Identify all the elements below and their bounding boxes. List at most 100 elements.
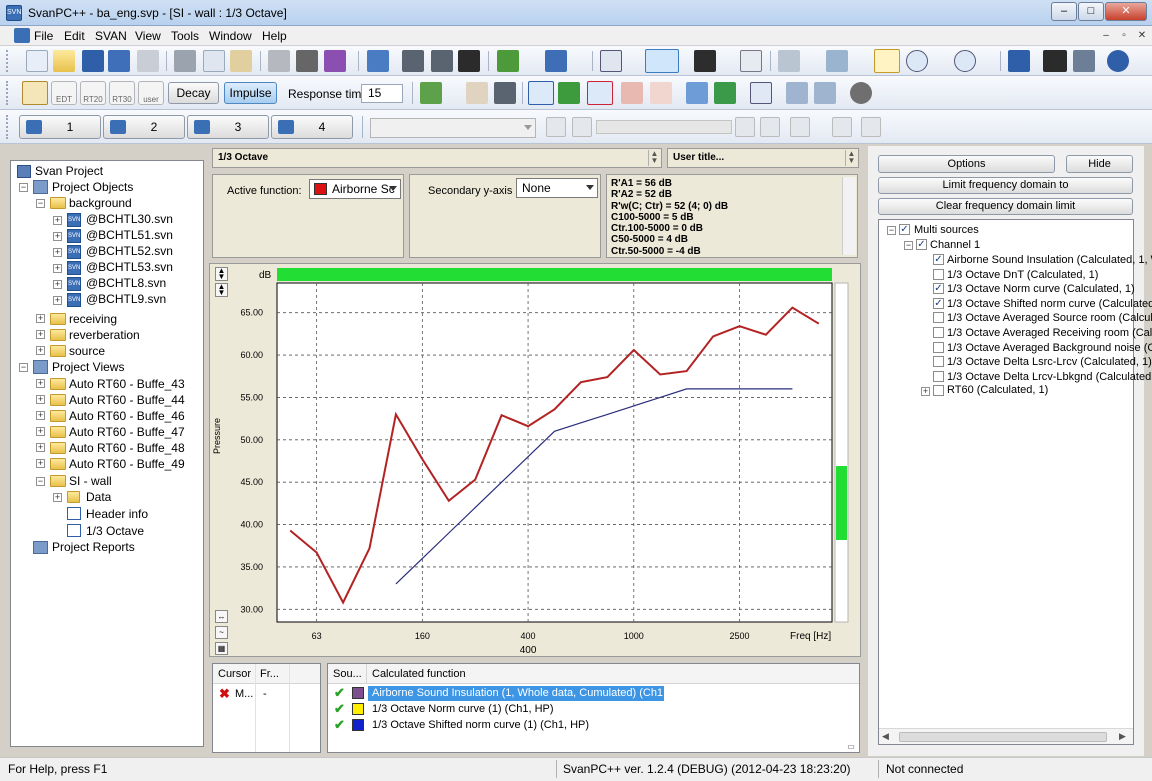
source-checkbox[interactable] [933, 268, 944, 280]
tree-si-data[interactable]: Data [86, 489, 111, 505]
check-icon[interactable]: ✔ [334, 685, 345, 701]
source-checkbox[interactable]: ✓ [933, 254, 944, 265]
tree-file[interactable]: @BCHTL30.svn [86, 211, 173, 227]
tree-project-objects[interactable]: Project Objects [52, 179, 133, 195]
function-header[interactable]: Calculated function [372, 668, 466, 680]
font-color-icon[interactable] [587, 81, 613, 105]
cursor-row-name[interactable]: M... [235, 688, 253, 700]
impulse-button[interactable]: Impulse [224, 82, 277, 104]
tree-file[interactable]: @BCHTL51.svn [86, 227, 173, 243]
open-folder-icon[interactable] [53, 50, 75, 72]
wand-icon[interactable] [22, 81, 48, 105]
tree-project-reports[interactable]: Project Reports [52, 539, 135, 555]
user-title-field[interactable]: User title... [667, 148, 859, 168]
save-as-icon[interactable] [108, 50, 130, 72]
close-button[interactable]: ✕ [1105, 2, 1147, 21]
tree-file[interactable]: @BCHTL8.svn [86, 275, 166, 291]
clear-frequency-limit-button[interactable]: Clear frequency domain limit [878, 198, 1133, 215]
channel-label[interactable]: Channel 1 [930, 237, 980, 253]
menu-tools[interactable]: Tools [171, 29, 199, 43]
expand-icon[interactable]: + [36, 427, 45, 436]
zoom-out-icon[interactable] [954, 50, 976, 72]
menu-view[interactable]: View [135, 29, 161, 43]
new-project-icon[interactable] [26, 50, 48, 72]
edt-button[interactable]: EDT [51, 81, 77, 105]
source-checkbox[interactable] [933, 341, 944, 353]
horizontal-scrollbar[interactable]: ◀ ▶ [879, 728, 1133, 744]
network-icon[interactable] [826, 50, 848, 72]
source-checkbox[interactable] [933, 370, 944, 382]
expand-icon[interactable]: + [36, 411, 45, 420]
collapse-icon[interactable]: − [19, 183, 28, 192]
tree-folder-source[interactable]: source [69, 343, 105, 359]
source-item[interactable]: 1/3 Octave Shifted norm curve (Calculate… [947, 296, 1152, 312]
mdi-restore-button[interactable]: ▫ [1116, 29, 1132, 43]
rt60-checkbox[interactable] [933, 385, 944, 396]
display-icon[interactable] [694, 50, 716, 72]
check-icon[interactable]: ✔ [334, 701, 345, 717]
rt20-button[interactable]: RT20 [80, 81, 106, 105]
toolbar-grip[interactable] [6, 50, 9, 72]
source-item[interactable]: 1/3 Octave Averaged Background noise (C [947, 340, 1152, 356]
source-checkbox[interactable] [933, 356, 944, 368]
collapse-icon[interactable]: − [19, 363, 28, 372]
tree-project-views[interactable]: Project Views [52, 359, 124, 375]
rt60-label[interactable]: RT60 (Calculated, 1) [947, 382, 1048, 398]
function-row[interactable]: 1/3 Octave Norm curve (1) (Ch1, HP) [372, 703, 554, 715]
last-icon[interactable] [760, 117, 780, 137]
cursor-chart-icon[interactable] [494, 82, 516, 104]
expand-icon[interactable]: + [36, 330, 45, 339]
menu-file[interactable]: File [34, 29, 53, 43]
expand-icon[interactable]: + [53, 232, 62, 241]
more-icon[interactable]: ▭ [844, 743, 858, 751]
function-row[interactable]: 1/3 Octave Shifted norm curve (1) (Ch1, … [372, 719, 589, 731]
cut-icon[interactable] [174, 50, 196, 72]
scroll-thumb[interactable] [899, 732, 1107, 742]
scroll-left-icon[interactable]: ◀ [882, 731, 889, 742]
wireless-icon[interactable] [324, 50, 346, 72]
menu-help[interactable]: Help [262, 29, 287, 43]
tree-file[interactable]: @BCHTL52.svn [86, 243, 173, 259]
position-slider[interactable] [596, 120, 732, 134]
spectrum-view-icon[interactable] [645, 49, 679, 73]
disc-icon[interactable] [850, 82, 872, 104]
tree-si-octave[interactable]: 1/3 Octave [86, 523, 144, 539]
source-item[interactable]: 1/3 Octave Norm curve (Calculated, 1) [947, 281, 1135, 297]
line-chart-icon[interactable] [431, 50, 453, 72]
source-checkbox[interactable]: ✓ [933, 283, 944, 295]
help-icon[interactable] [1107, 50, 1129, 72]
source-item[interactable]: 1/3 Octave Averaged Source room (Calcula [947, 310, 1152, 326]
tree-view-auto-rt60[interactable]: Auto RT60 - Buffe_46 [69, 408, 185, 424]
zoom-in-icon[interactable] [906, 50, 928, 72]
export-excel-icon[interactable] [497, 50, 519, 72]
tree-view-auto-rt60[interactable]: Auto RT60 - Buffe_48 [69, 440, 185, 456]
rt30-button[interactable]: RT30 [109, 81, 135, 105]
tree-view-si-wall[interactable]: SI - wall [69, 473, 112, 489]
channel-checkbox[interactable]: ✓ [916, 239, 927, 250]
limit-frequency-button[interactable]: Limit frequency domain to [878, 177, 1133, 194]
collapse-icon[interactable]: − [36, 199, 45, 208]
remove-cursor-icon[interactable]: ✖ [219, 686, 230, 702]
function-row[interactable]: Airborne Sound Insulation (1, Whole data… [372, 687, 688, 699]
buffer-select[interactable] [370, 118, 536, 138]
hand-pan-icon[interactable] [466, 82, 488, 104]
expand-icon[interactable]: + [53, 280, 62, 289]
tree-folder-receiving[interactable]: receiving [69, 311, 117, 327]
mdi-close-button[interactable]: ✕ [1134, 29, 1150, 43]
source-checkbox[interactable] [933, 327, 944, 338]
move-down-icon[interactable] [832, 117, 852, 137]
source-checkbox[interactable]: ✓ [933, 297, 944, 309]
expand-icon[interactable]: + [36, 443, 45, 452]
tree-root[interactable]: Svan Project [35, 163, 103, 179]
collapse-icon[interactable]: − [904, 241, 913, 250]
document-icon[interactable] [14, 28, 30, 43]
source-header[interactable]: Sou... [333, 668, 362, 680]
highlight-icon[interactable] [874, 49, 900, 73]
report-export-icon[interactable] [714, 82, 736, 104]
first-icon[interactable] [546, 117, 566, 137]
columns-icon[interactable] [740, 50, 762, 72]
ruler-icon[interactable] [1043, 50, 1067, 72]
spectrum-chart[interactable]: dB 30.00 35.00 40.00 45.00 50.00 55.00 60.00 65… [210, 264, 862, 658]
expand-icon[interactable]: + [36, 459, 45, 468]
print-icon[interactable] [137, 50, 159, 72]
